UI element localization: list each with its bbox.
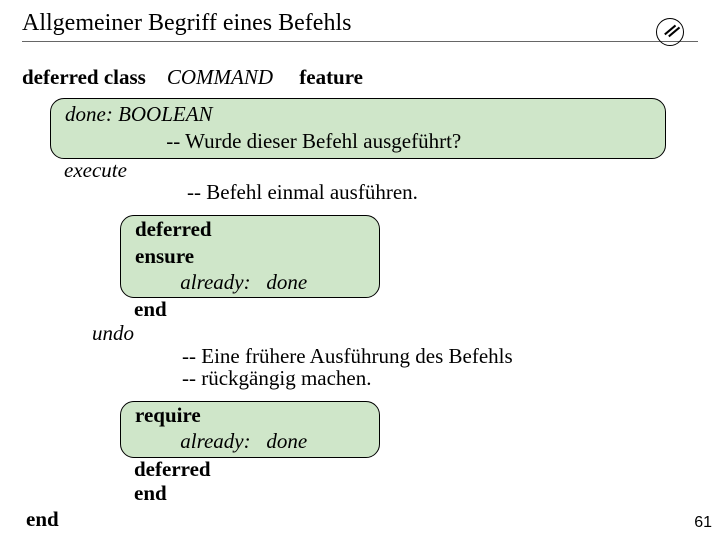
class-declaration: deferred class COMMAND feature xyxy=(22,64,698,90)
ensure-box: deferred ensure already: done xyxy=(120,215,380,298)
require-done: done xyxy=(266,429,307,453)
end-keyword-1: end xyxy=(134,297,167,321)
done-decl: done: BOOLEAN xyxy=(65,102,213,126)
class-name: COMMAND xyxy=(167,65,273,89)
done-comment: -- Wurde dieser Befehl ausgeführt? xyxy=(166,129,461,153)
end-keyword-2: end xyxy=(134,481,167,505)
require-already: already: xyxy=(180,429,250,453)
execute-comment: -- Befehl einmal ausführen. xyxy=(187,179,698,205)
deferred-keyword-2: deferred xyxy=(134,457,211,481)
deferred-class-keyword: deferred class xyxy=(22,65,146,89)
final-end-keyword: end xyxy=(26,507,59,531)
done-box: done: BOOLEAN -- Wurde dieser Befehl aus… xyxy=(50,98,666,159)
ensure-already: already: xyxy=(180,270,250,294)
feature-keyword: feature xyxy=(299,65,363,89)
deferred-keyword-1: deferred xyxy=(135,217,212,241)
require-box: require already: done xyxy=(120,401,380,458)
brand-logo xyxy=(656,18,684,46)
page-number: 61 xyxy=(694,514,712,532)
ensure-done: done xyxy=(266,270,307,294)
require-keyword: require xyxy=(135,403,201,427)
execute-name: execute xyxy=(64,158,127,182)
undo-name: undo xyxy=(92,321,134,345)
page-title: Allgemeiner Begriff eines Befehls xyxy=(22,10,698,39)
ensure-keyword: ensure xyxy=(135,244,194,268)
title-underline xyxy=(22,41,698,42)
